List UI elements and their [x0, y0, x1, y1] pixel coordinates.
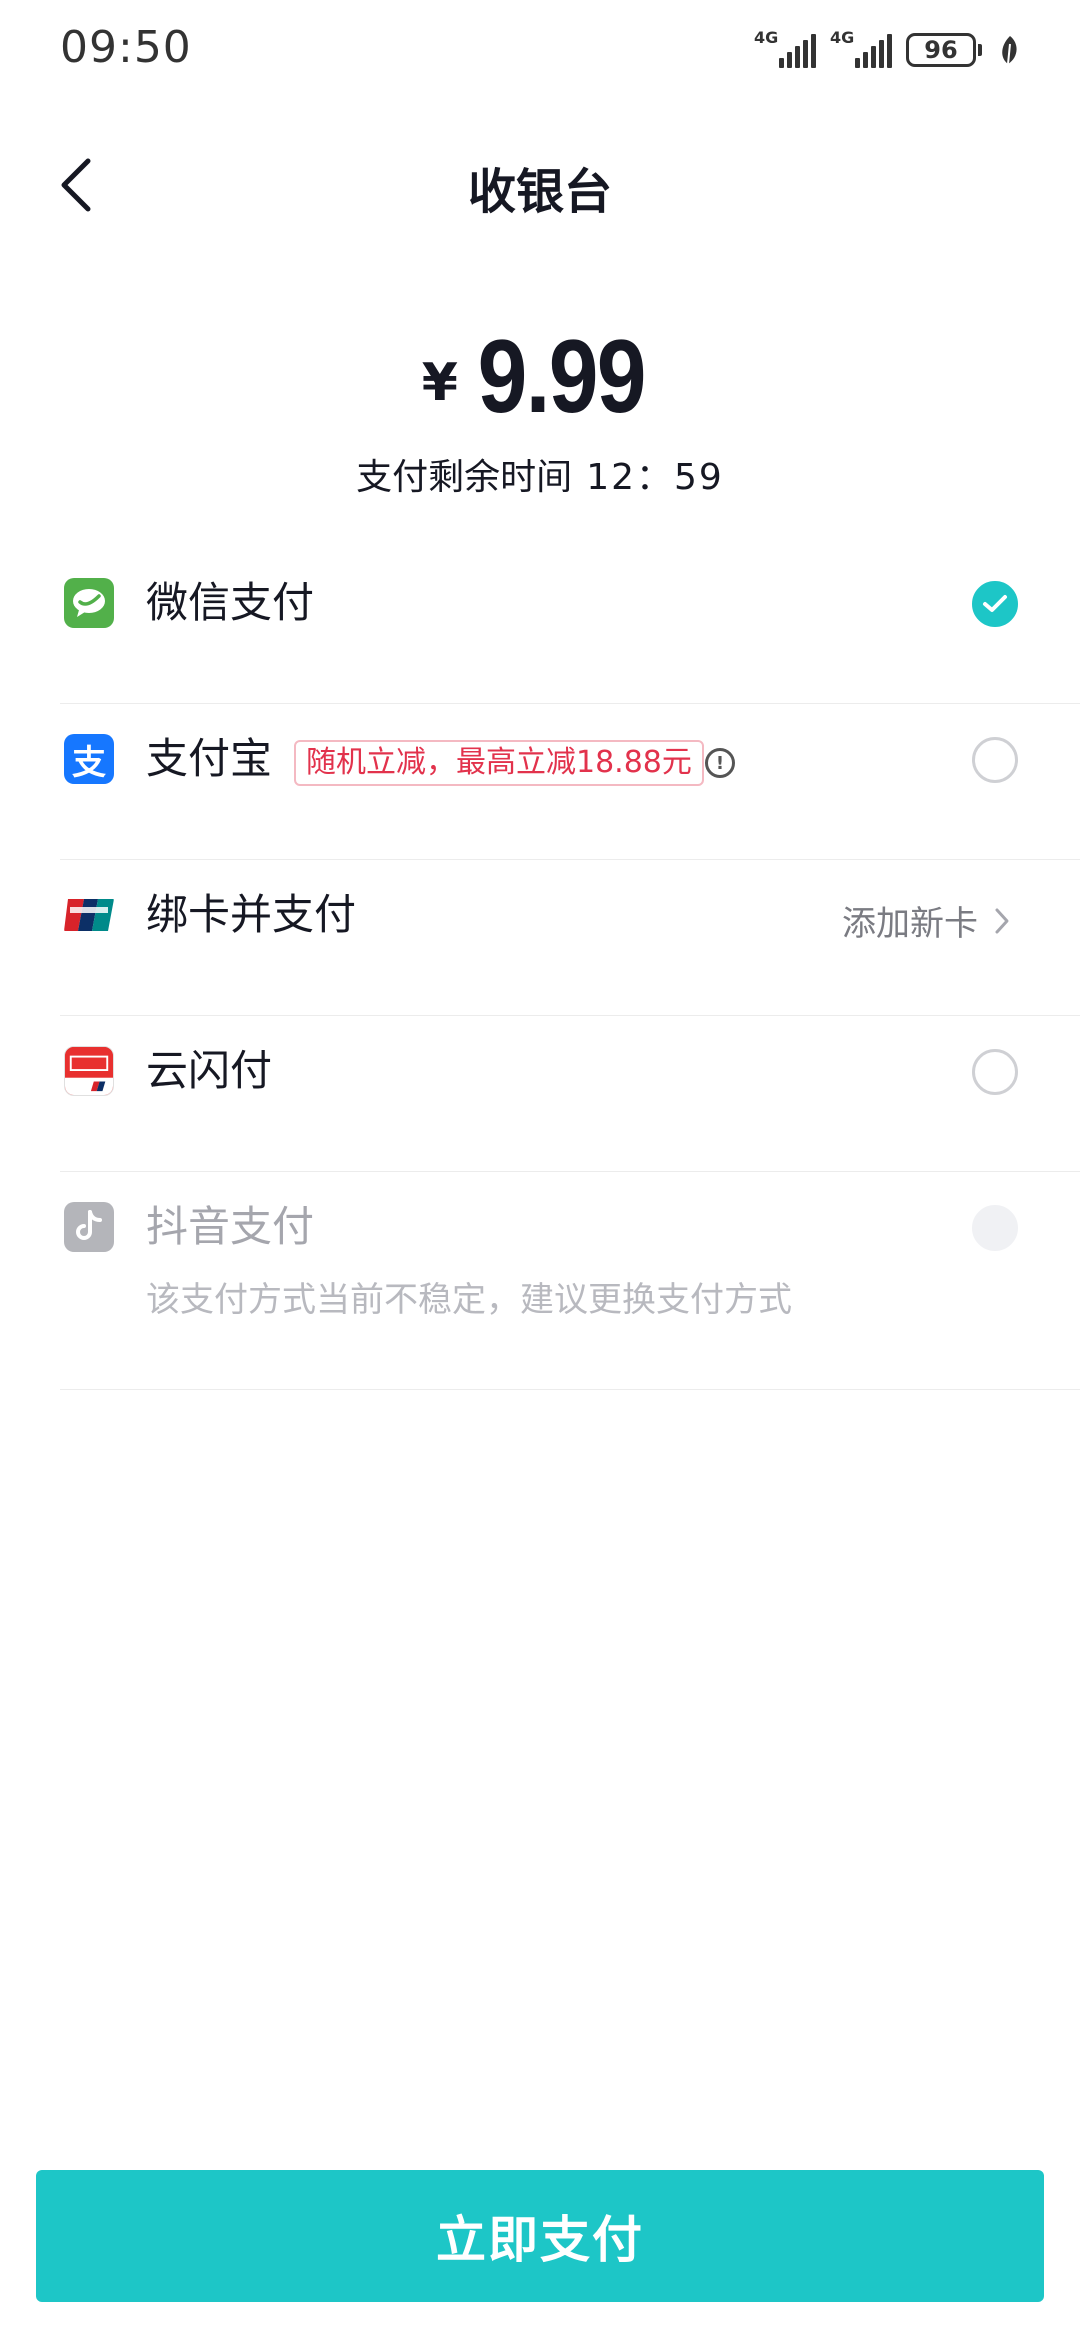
signal-icon: 4G	[830, 28, 892, 70]
battery-level: 96	[906, 33, 976, 67]
payment-option-name: 云闪付	[146, 1046, 273, 1095]
pay-now-button[interactable]: 立即支付	[36, 2170, 1044, 2302]
radio-unselected[interactable]	[972, 737, 1018, 783]
payment-amount: ¥9.99	[0, 318, 1080, 437]
promo-tag: 随机立减，最高立减18.88元	[294, 740, 704, 786]
signal-icon: 4G	[754, 28, 816, 70]
amount-value: 9.99	[477, 319, 646, 435]
cloud-quickpass-icon	[64, 1046, 114, 1096]
battery-icon: 96	[906, 33, 982, 67]
payment-option-bind-card[interactable]: 绑卡并支付 添加新卡	[60, 860, 1080, 1016]
header: 收银台	[0, 130, 1080, 240]
radio-disabled	[972, 1205, 1018, 1251]
network-type-label: 4G	[754, 28, 779, 47]
countdown-time: 12：59	[586, 457, 724, 498]
payment-option-cloud-quickpass[interactable]: 云闪付	[60, 1016, 1080, 1172]
payment-option-douyin-pay: 抖音支付 该支付方式当前不稳定，建议更换支付方式	[60, 1172, 1080, 1390]
leaf-icon	[1002, 36, 1017, 65]
payment-option-note: 该支付方式当前不稳定，建议更换支付方式	[146, 1280, 792, 1320]
page-title: 收银台	[467, 164, 612, 220]
radio-unselected[interactable]	[972, 1049, 1018, 1095]
payment-option-wechat[interactable]: 微信支付	[60, 548, 1080, 704]
add-card-label: 添加新卡	[842, 904, 978, 944]
radio-selected[interactable]	[972, 581, 1018, 627]
payment-option-name: 绑卡并支付	[146, 890, 357, 939]
alipay-icon: 支	[64, 734, 114, 784]
countdown-label: 支付剩余时间	[356, 457, 573, 498]
payment-option-alipay[interactable]: 支 支付宝 随机立减，最高立减18.88元 !	[60, 704, 1080, 860]
douyin-pay-icon	[64, 1202, 114, 1252]
chevron-right-icon	[995, 908, 1009, 933]
checkmark-icon	[983, 595, 1007, 612]
network-type-label: 4G	[830, 28, 855, 47]
status-time: 09:50	[60, 22, 192, 73]
payment-option-name: 微信支付	[146, 578, 315, 627]
unionpay-icon	[64, 897, 114, 933]
wechat-pay-icon	[64, 578, 114, 628]
payment-option-name: 抖音支付	[146, 1202, 315, 1251]
payment-method-list: 微信支付 支 支付宝 随机立减，最高立减18.88元 ! 绑卡并支付 添加新卡 …	[0, 548, 1080, 1390]
currency-symbol: ¥	[421, 353, 458, 413]
status-icons: 4G 4G 96	[754, 28, 1022, 70]
payment-countdown: 支付剩余时间 12：59	[0, 448, 1080, 500]
add-new-card-link[interactable]: 添加新卡	[842, 896, 1010, 945]
checkout-screen: 09:50 4G 4G 96 收银台 ¥ 9.99 支付剩余时间 12：59 微…	[0, 0, 1080, 2340]
info-icon[interactable]: !	[705, 748, 735, 778]
payment-option-name: 支付宝	[146, 734, 273, 783]
status-bar: 09:50 4G 4G 96	[0, 0, 1080, 110]
